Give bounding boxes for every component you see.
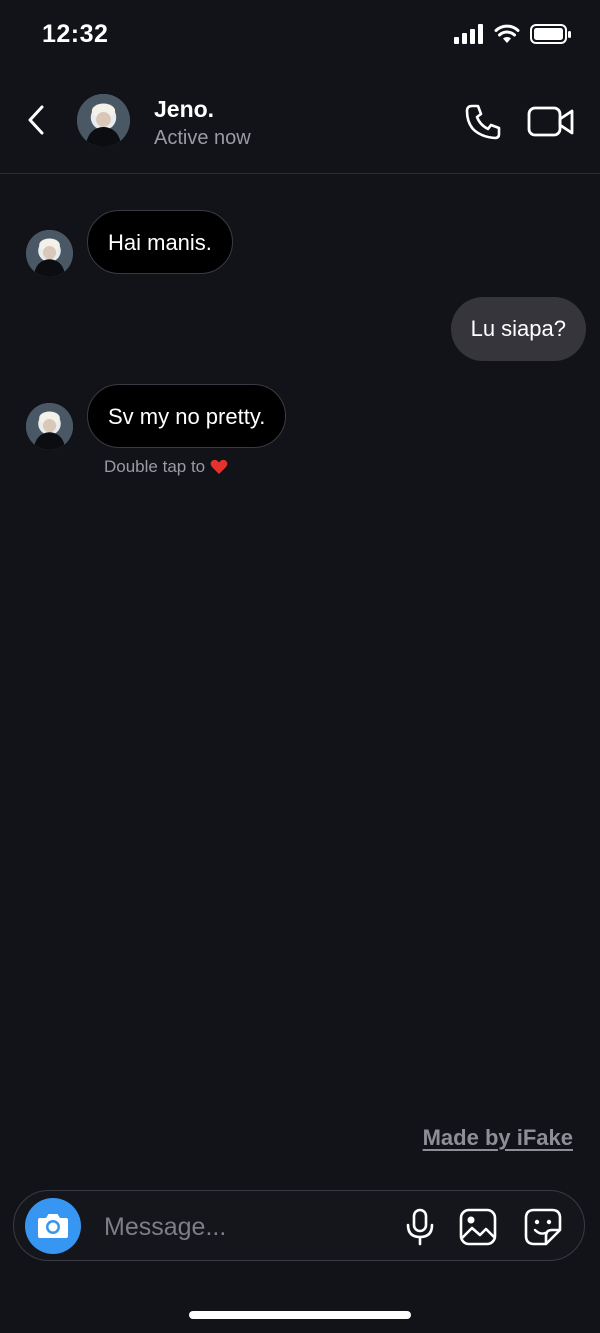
double-tap-hint-text: Double tap to	[104, 457, 206, 476]
chat-header: Jeno. Active now	[0, 70, 600, 174]
message-bubble-incoming[interactable]: Sv my no pretty.	[87, 384, 287, 448]
camera-icon	[38, 1214, 68, 1238]
sticker-icon	[524, 1208, 562, 1246]
avatar-photo	[26, 230, 73, 277]
message-bubble-incoming[interactable]: Hai manis.	[87, 210, 233, 274]
wifi-icon	[494, 24, 520, 43]
contact-name[interactable]: Jeno.	[154, 96, 214, 123]
status-bar: 12:32	[0, 0, 600, 70]
sender-avatar[interactable]	[26, 403, 73, 450]
cellular-signal-icon	[454, 24, 483, 44]
avatar-photo	[26, 403, 73, 450]
contact-avatar[interactable]	[77, 94, 130, 147]
contact-status: Active now	[154, 127, 251, 149]
sender-avatar[interactable]	[26, 230, 73, 277]
video-camera-icon	[527, 106, 574, 137]
gallery-button[interactable]	[459, 1208, 497, 1246]
avatar-photo	[77, 94, 130, 147]
back-chevron-icon	[28, 105, 44, 135]
video-call-button[interactable]	[526, 102, 576, 142]
voice-message-button[interactable]	[404, 1208, 436, 1246]
message-input[interactable]	[102, 1205, 386, 1249]
gallery-icon	[459, 1208, 497, 1246]
status-icons	[454, 22, 572, 46]
camera-button[interactable]	[25, 1198, 81, 1254]
status-time: 12:32	[42, 20, 109, 48]
voice-call-button[interactable]	[463, 102, 503, 142]
back-button[interactable]	[18, 100, 54, 140]
message-bubble-outgoing[interactable]: Lu siapa?	[450, 297, 586, 361]
battery-icon	[530, 24, 571, 44]
microphone-icon	[406, 1208, 434, 1246]
watermark-link[interactable]: Made by iFake	[423, 1125, 573, 1151]
home-indicator[interactable]	[189, 1311, 411, 1319]
sticker-button[interactable]	[524, 1208, 562, 1246]
message-composer	[13, 1190, 585, 1261]
phone-icon	[465, 104, 501, 140]
heart-icon	[210, 459, 228, 474]
double-tap-hint: Double tap to	[104, 457, 228, 477]
